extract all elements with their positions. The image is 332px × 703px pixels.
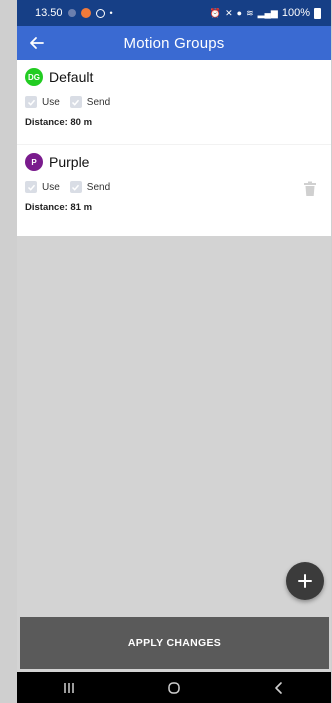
alarm-icon: ⏰	[209, 7, 222, 18]
use-checkbox[interactable]: Use	[25, 96, 60, 108]
group-list: DG Default Use Send Distance: 80 m P Pur…	[17, 60, 331, 236]
group-item-default[interactable]: DG Default Use Send Distance: 80 m	[17, 60, 331, 144]
home-button[interactable]	[154, 676, 194, 700]
home-icon	[168, 681, 180, 694]
group-avatar: DG	[25, 68, 43, 86]
mute-icon: ✕	[225, 7, 233, 18]
group-name: Default	[49, 69, 94, 85]
checkbox-icon	[69, 96, 82, 108]
checkbox-icon	[69, 181, 82, 193]
back-nav-button[interactable]	[259, 676, 299, 700]
send-label: Send	[86, 181, 111, 193]
system-navigation-bar	[17, 672, 331, 703]
use-label: Use	[42, 181, 60, 193]
back-nav-icon	[274, 681, 282, 694]
group-avatar: P	[25, 153, 43, 171]
recent-apps-icon	[64, 682, 75, 693]
location-icon: ●	[236, 8, 243, 18]
send-label: Send	[86, 96, 111, 108]
delete-group-button[interactable]	[303, 181, 317, 202]
page-title: Motion Groups	[123, 34, 225, 52]
back-arrow-icon	[30, 37, 44, 49]
send-checkbox[interactable]: Send	[69, 181, 111, 193]
recent-apps-button[interactable]	[49, 676, 89, 700]
wifi-icon: ≋	[246, 7, 254, 18]
send-checkbox[interactable]: Send	[69, 96, 111, 108]
checkbox-icon	[25, 96, 37, 108]
distance-text: Distance: 81 m	[25, 202, 93, 213]
add-group-button[interactable]	[286, 562, 324, 600]
app-bar: Motion Groups	[17, 26, 331, 60]
sync-icon	[95, 8, 105, 18]
back-button[interactable]	[23, 29, 51, 57]
battery-level: 100%	[281, 7, 310, 19]
plus-icon	[298, 574, 312, 588]
app-notification-icon	[80, 8, 91, 18]
battery-icon	[314, 7, 321, 19]
trash-icon	[304, 181, 316, 196]
group-item-purple[interactable]: P Purple Use Send Distance: 81 m	[17, 144, 331, 236]
use-checkbox[interactable]: Use	[25, 181, 60, 193]
distance-text: Distance: 80 m	[25, 117, 93, 128]
signal-icon: ▂▄▆	[257, 7, 278, 18]
more-notifications-icon: •	[109, 8, 113, 18]
group-name: Purple	[49, 154, 90, 170]
apply-changes-button[interactable]: APPLY CHANGES	[20, 617, 329, 669]
phone-screen: 13.50 • ⏰ ✕ ● ≋ ▂▄▆ 100% Motion Groups D…	[17, 0, 331, 703]
status-bar: 13.50 • ⏰ ✕ ● ≋ ▂▄▆ 100%	[17, 0, 331, 26]
use-label: Use	[42, 96, 60, 108]
status-time: 13.50	[35, 7, 63, 19]
notification-icon	[67, 9, 76, 17]
checkbox-icon	[25, 181, 37, 193]
